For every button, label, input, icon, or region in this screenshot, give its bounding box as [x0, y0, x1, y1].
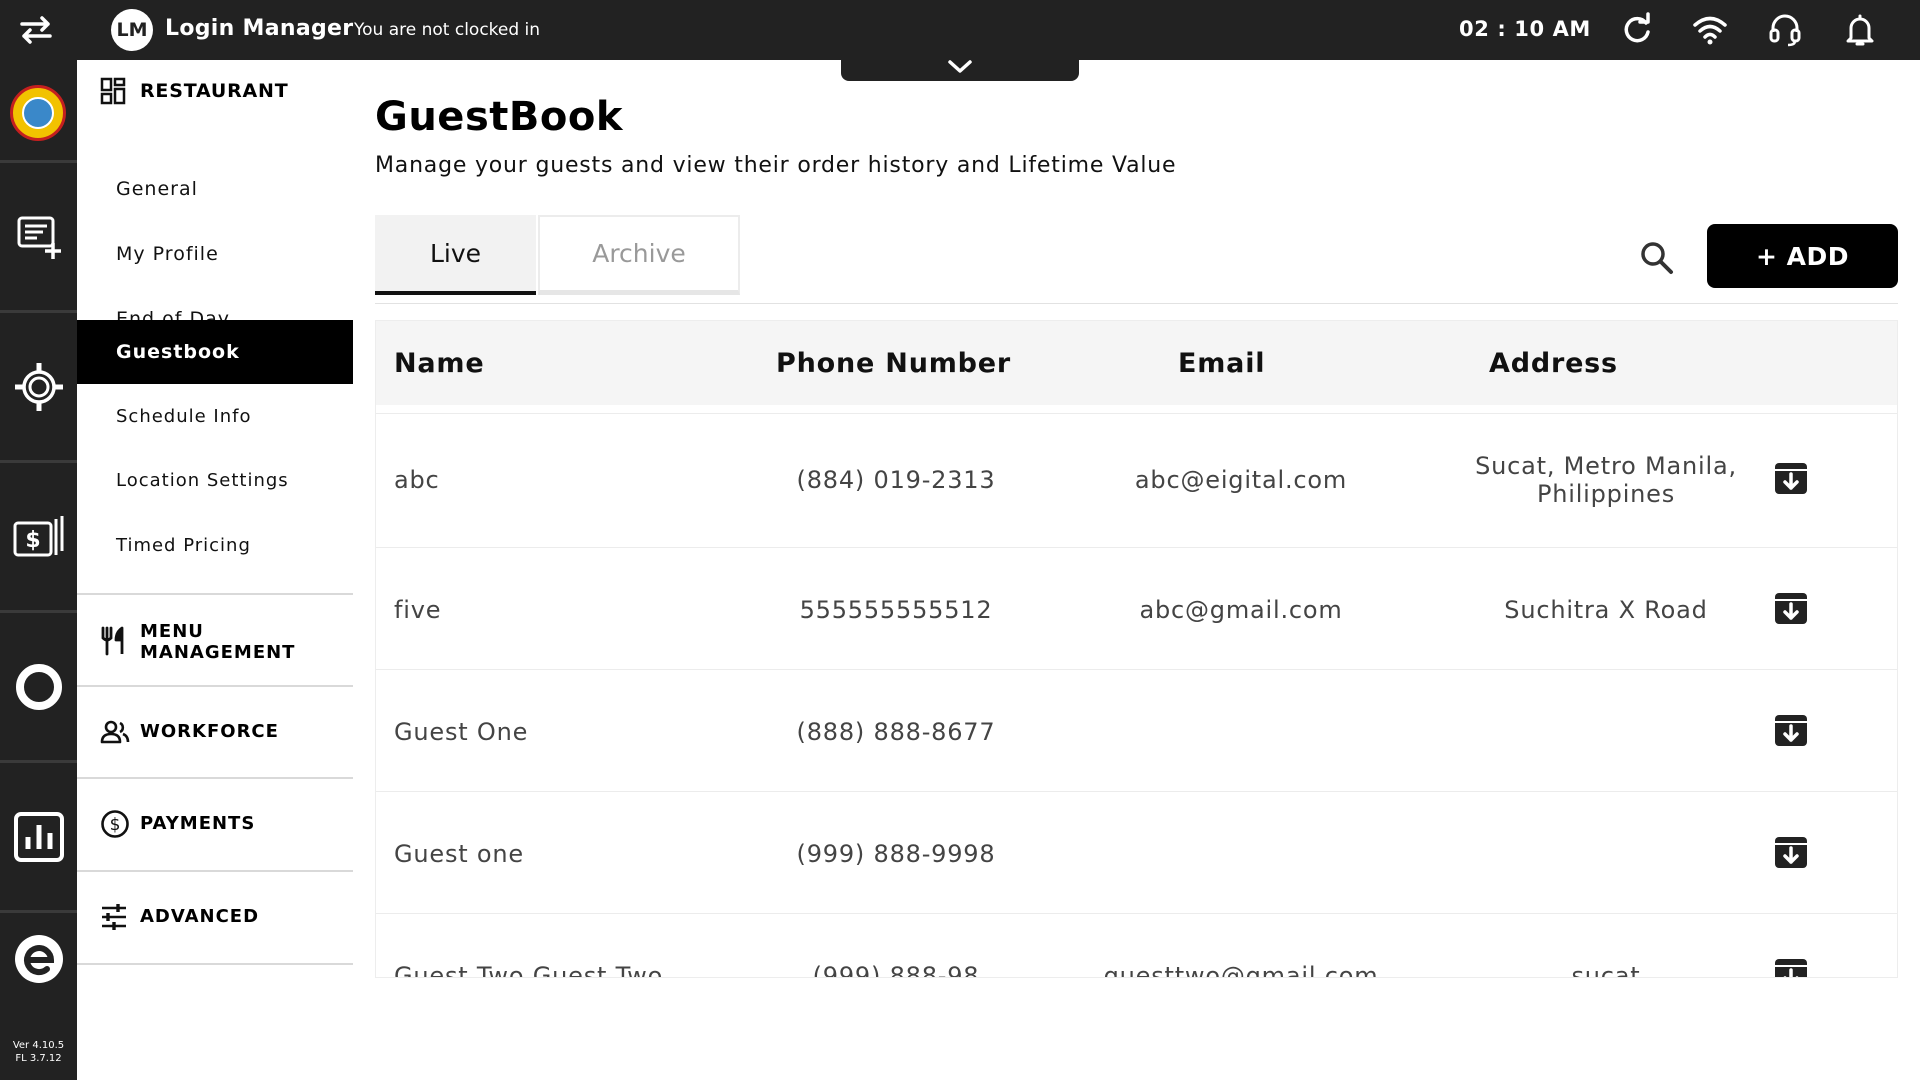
guest-address-line2: Philippines	[1536, 480, 1676, 508]
section-restaurant-label: RESTAURANT	[140, 80, 289, 102]
eigital-logo	[14, 935, 63, 983]
sidebar-item-my-profile[interactable]: My Profile	[77, 222, 353, 286]
version-label: Ver 4.10.5	[12, 1040, 65, 1051]
guest-phone: (884) 019-2313	[796, 466, 996, 494]
rail-item-cash[interactable]: $	[0, 463, 77, 613]
people-icon	[100, 720, 130, 744]
settings-gear-icon	[14, 362, 63, 411]
guest-phone: (999) 888-98	[812, 962, 980, 978]
page-title: GuestBook	[375, 94, 623, 140]
dollar-circle-icon: $	[101, 810, 129, 838]
guest-phone: (888) 888-8677	[796, 718, 996, 746]
top-bar: LM Login Manager You are not clocked in …	[0, 0, 1920, 60]
pull-down-tab[interactable]	[841, 58, 1079, 81]
loop-icon	[15, 663, 62, 710]
rail-item-loop[interactable]	[0, 613, 77, 763]
swap-icon[interactable]	[16, 14, 56, 46]
section-restaurant[interactable]: RESTAURANT	[77, 72, 353, 110]
search-icon[interactable]	[1637, 238, 1677, 278]
guest-name: abc	[394, 466, 440, 494]
guest-name: Guest One	[394, 718, 529, 746]
table-row[interactable]: Guest One (888) 888-8677	[376, 669, 1897, 791]
sidebar-item-location-settings[interactable]: Location Settings	[77, 448, 353, 512]
cutlery-icon	[101, 626, 124, 656]
archive-icon[interactable]	[1773, 834, 1809, 870]
guest-name: Guest Two Guest Two	[394, 962, 664, 978]
column-header-email[interactable]: Email	[1178, 321, 1265, 405]
wifi-icon[interactable]	[1692, 12, 1728, 48]
reports-chart-icon	[13, 811, 64, 862]
guest-email: abc@gmail.com	[1139, 596, 1343, 624]
archive-icon[interactable]	[1773, 956, 1809, 978]
guest-email: abc@eigital.com	[1134, 466, 1348, 494]
refresh-icon[interactable]	[1619, 12, 1655, 48]
guest-phone: (999) 888-9998	[796, 840, 996, 868]
table-row[interactable]: Guest one (999) 888-9998	[376, 791, 1897, 913]
guestbook-page: GuestBook Manage your guests and view th…	[375, 60, 1905, 1080]
archive-icon[interactable]	[1773, 712, 1809, 748]
page-subtitle: Manage your guests and view their order …	[375, 153, 1177, 178]
dashboard-grid-icon	[100, 77, 126, 105]
svg-text:$: $	[25, 528, 40, 553]
clock-status: You are not clocked in	[354, 20, 541, 40]
section-payments-label: PAYMENTS	[140, 813, 256, 834]
order-add-icon	[17, 216, 61, 259]
guest-name: Guest one	[394, 840, 524, 868]
guest-address: sucat	[1571, 962, 1641, 978]
cash-register-icon: $	[13, 515, 63, 556]
column-header-name[interactable]: Name	[394, 321, 484, 405]
icon-rail: $ Ver 4.10.5 FL 3.7.12	[0, 60, 77, 1080]
guest-name: five	[394, 596, 442, 624]
avatar[interactable]: LM	[111, 9, 153, 51]
guest-address: Sucat, Metro Manila,	[1475, 452, 1737, 480]
section-workforce-label: WORKFORCE	[140, 721, 279, 742]
chevron-down-icon	[948, 60, 972, 73]
section-menu-management[interactable]: MENU MANAGEMENT	[77, 595, 353, 685]
sidebar-item-timed-pricing[interactable]: Timed Pricing	[77, 513, 353, 577]
rail-item-orders[interactable]	[0, 163, 77, 313]
guest-table: Name Phone Number Email Address abc (884…	[375, 320, 1898, 978]
tab-live[interactable]: Live	[375, 215, 536, 295]
sliders-icon	[102, 904, 126, 930]
sidebar-item-general[interactable]: General	[77, 157, 353, 221]
headset-icon[interactable]	[1767, 12, 1803, 48]
section-advanced-label: ADVANCED	[140, 906, 260, 927]
section-menu-management-label-2: MANAGEMENT	[140, 642, 296, 663]
table-row[interactable]: five 555555555512 abc@gmail.com Suchitra…	[376, 547, 1897, 669]
restaurant-logo	[10, 85, 66, 141]
column-header-phone[interactable]: Phone Number	[776, 321, 1011, 405]
svg-text:$: $	[110, 815, 121, 835]
table-row[interactable]: Guest Two Guest Two (999) 888-98 guesttw…	[376, 913, 1897, 978]
table-row[interactable]: abc (884) 019-2313 abc@eigital.com Sucat…	[376, 413, 1897, 547]
section-payments[interactable]: $ PAYMENTS	[77, 779, 353, 869]
tab-divider	[375, 303, 1898, 304]
column-header-address[interactable]: Address	[1489, 321, 1618, 405]
table-header: Name Phone Number Email Address	[376, 321, 1897, 405]
bell-icon[interactable]	[1842, 12, 1878, 48]
sidebar-item-schedule-info[interactable]: Schedule Info	[77, 384, 353, 448]
section-advanced[interactable]: ADVANCED	[77, 872, 353, 962]
settings-sidebar: RESTAURANT General My Profile End of Day…	[77, 60, 353, 1080]
clock-time: 02 : 10 AM	[1459, 17, 1591, 41]
sidebar-item-guestbook[interactable]: Guestbook	[77, 320, 353, 384]
guest-phone: 555555555512	[799, 596, 993, 624]
section-menu-management-label: MENU	[140, 621, 204, 642]
rail-item-settings[interactable]	[0, 313, 77, 463]
guest-address: Suchitra X Road	[1504, 596, 1708, 624]
user-name[interactable]: Login Manager	[165, 16, 353, 41]
section-workforce[interactable]: WORKFORCE	[77, 687, 353, 777]
guest-email: guesttwo@gmail.com	[1103, 962, 1379, 978]
archive-icon[interactable]	[1773, 460, 1809, 496]
tab-archive[interactable]: Archive	[538, 215, 740, 295]
archive-icon[interactable]	[1773, 590, 1809, 626]
add-guest-button[interactable]: + ADD	[1707, 224, 1898, 288]
rail-item-logo[interactable]	[0, 60, 77, 163]
rail-item-reports[interactable]	[0, 763, 77, 913]
fl-version-label: FL 3.7.12	[15, 1053, 62, 1064]
